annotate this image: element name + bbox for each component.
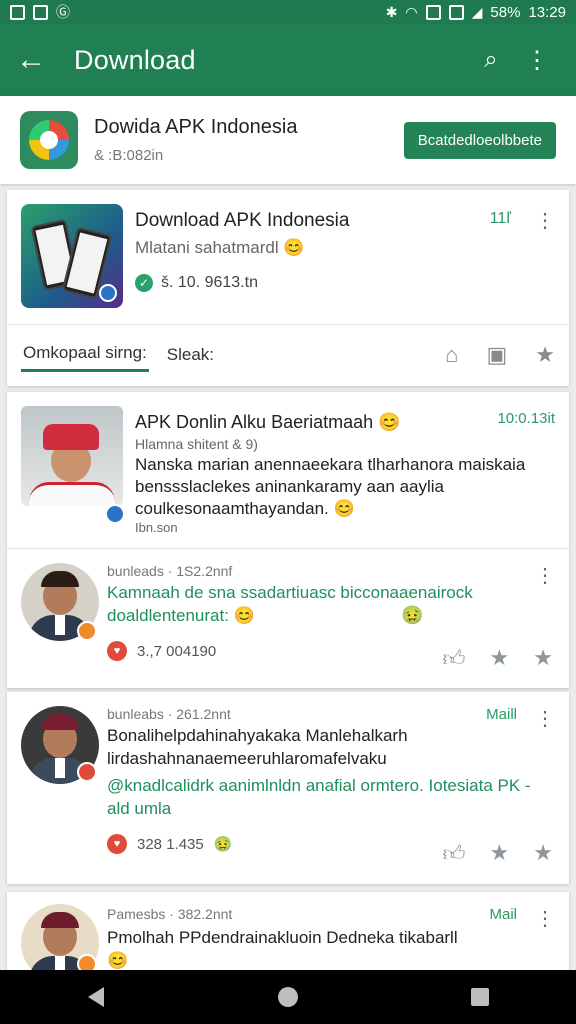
featured-count: 11ľ — [489, 210, 511, 227]
news-subtitle: Hlamna shitent & 9) — [135, 436, 258, 452]
featured-app-card[interactable]: Download APK Indonesia Mlatani sahatmard… — [7, 190, 569, 386]
verified-badge-icon — [105, 504, 125, 524]
news-avatar — [21, 406, 123, 506]
bluetooth-icon: ✱ — [385, 4, 398, 20]
app-size: & :B:082in — [94, 147, 164, 164]
thumbs-up-icon[interactable]: 👍︎ — [443, 645, 466, 672]
likes-count: 3.,7 004190 — [137, 642, 217, 660]
image-icon — [10, 4, 25, 20]
bookmark-icon[interactable]: ▣ — [486, 342, 507, 368]
more-options-icon[interactable]: ⋮ — [535, 906, 555, 931]
home-button-icon[interactable] — [273, 982, 303, 1012]
comment-card[interactable]: bunleads · 1S2.2nnf ⋮ Kamnaah de sna ssa… — [7, 548, 569, 688]
featured-title: Download APK Indonesia — [135, 210, 350, 231]
featured-version: ✓ š. 10. 9613.tn — [135, 274, 258, 292]
comment-text: Pmolhah PPdendrainakluoin Dedneka tikaba… — [107, 928, 458, 970]
comment-author: Pamesbs · 382.2nnt — [107, 906, 233, 922]
comment-text: Bonalihelpdahinahyakaka Manlehalkarh lir… — [107, 726, 408, 768]
status-badge-icon — [77, 621, 97, 641]
app-header: Dowida APK Indonesia & :B:082in Bcatdedl… — [0, 96, 576, 184]
back-arrow-icon[interactable]: ← — [16, 43, 56, 77]
featured-subtitle: Mlatani sahatmardl 😊 — [135, 238, 305, 257]
comment-time: Maill — [486, 706, 517, 723]
status-bar: Ⓖ ✱ ◠ ◢ 58% 13:29 — [0, 0, 576, 24]
tab-1[interactable]: Sleak: — [165, 339, 216, 371]
star-icon[interactable]: ★ — [533, 645, 553, 672]
comment-mention-text: @knadlcalidrk aanimlnldn anafial ormtero… — [107, 776, 531, 818]
reaction-emoji: 🤢 — [213, 836, 233, 853]
star-icon[interactable]: ★ — [535, 342, 555, 368]
comment-actions: 👍︎ ★ ★ — [443, 840, 553, 867]
comment-actions: 👍︎ ★ ★ — [443, 645, 553, 672]
notification-icon: Ⓖ — [56, 4, 70, 20]
comment-time: Mail — [489, 906, 517, 923]
app-logo — [20, 111, 78, 169]
signal-icon: ◢ — [471, 4, 483, 20]
comment-text: Kamnaah de sna ssadartiuasc bicconaaenai… — [107, 583, 473, 625]
search-icon[interactable]: ⌕ — [468, 46, 514, 74]
system-nav-bar — [0, 970, 576, 1024]
comment-author: bunleads · 1S2.2nnf — [107, 563, 233, 579]
battery-level: 58% — [490, 3, 521, 21]
app-name: Dowida APK Indonesia — [94, 116, 298, 138]
recents-icon[interactable] — [465, 982, 495, 1012]
heart-icon[interactable]: ♥ — [107, 834, 127, 854]
likes-count: 328 1.435 — [137, 835, 204, 853]
comment-card[interactable]: bunleabs · 261.2nnt Maill ⋮ Bonalihelpda… — [7, 692, 569, 884]
overflow-menu-icon[interactable]: ⋮ — [514, 46, 560, 75]
comment-author: bunleabs · 261.2nnt — [107, 706, 231, 722]
tab-row: Omkopaal sirng: Sleak: ⌂ ▣ ★ — [7, 324, 569, 384]
clock: 13:29 — [528, 3, 566, 21]
news-title: APK Donlin Alku Baeriatmaah 😊 — [135, 412, 401, 432]
thumbs-up-icon[interactable]: 👍︎ — [443, 840, 466, 867]
news-footer: Ibn.son — [135, 520, 178, 535]
version-text: š. 10. 9613.tn — [161, 274, 258, 291]
vibrate-icon — [425, 4, 441, 20]
install-button[interactable]: Bcatdedloeolbbete — [403, 121, 556, 159]
news-body: Nanska marian anennaeekara tlharhanora m… — [135, 455, 526, 518]
more-options-icon[interactable]: ⋮ — [535, 208, 555, 233]
news-time: 10:0.13it — [497, 410, 555, 427]
comment-card[interactable]: Pamesbs · 382.2nnt Mail ⋮ Pmolhah PPdend… — [7, 892, 569, 982]
featured-thumbnail — [21, 204, 123, 308]
comment-stats: ♥ 3.,7 004190 — [107, 641, 216, 661]
wifi-icon: ◠ — [405, 4, 418, 20]
page-title: Download — [74, 44, 196, 75]
comment-stats: ♥ 328 1.435 🤢 — [107, 834, 232, 854]
app-bar: ← Download ⌕ ⋮ — [0, 24, 576, 96]
verified-badge-icon — [99, 284, 117, 302]
sim-icon — [448, 4, 464, 20]
check-icon: ✓ — [135, 274, 153, 292]
more-options-icon[interactable]: ⋮ — [535, 563, 555, 588]
comment-emoji: 🤢 — [401, 605, 424, 625]
star-icon[interactable]: ★ — [490, 840, 510, 867]
star-icon[interactable]: ★ — [533, 840, 553, 867]
back-icon[interactable] — [81, 982, 111, 1012]
image-icon — [33, 4, 48, 20]
tab-0[interactable]: Omkopaal sirng: — [21, 337, 149, 372]
star-icon[interactable]: ★ — [490, 645, 510, 672]
home-icon[interactable]: ⌂ — [445, 342, 458, 368]
heart-icon[interactable]: ♥ — [107, 641, 127, 661]
status-badge-icon — [77, 762, 97, 782]
news-card[interactable]: APK Donlin Alku Baeriatmaah 😊 Hlamna shi… — [7, 392, 569, 548]
